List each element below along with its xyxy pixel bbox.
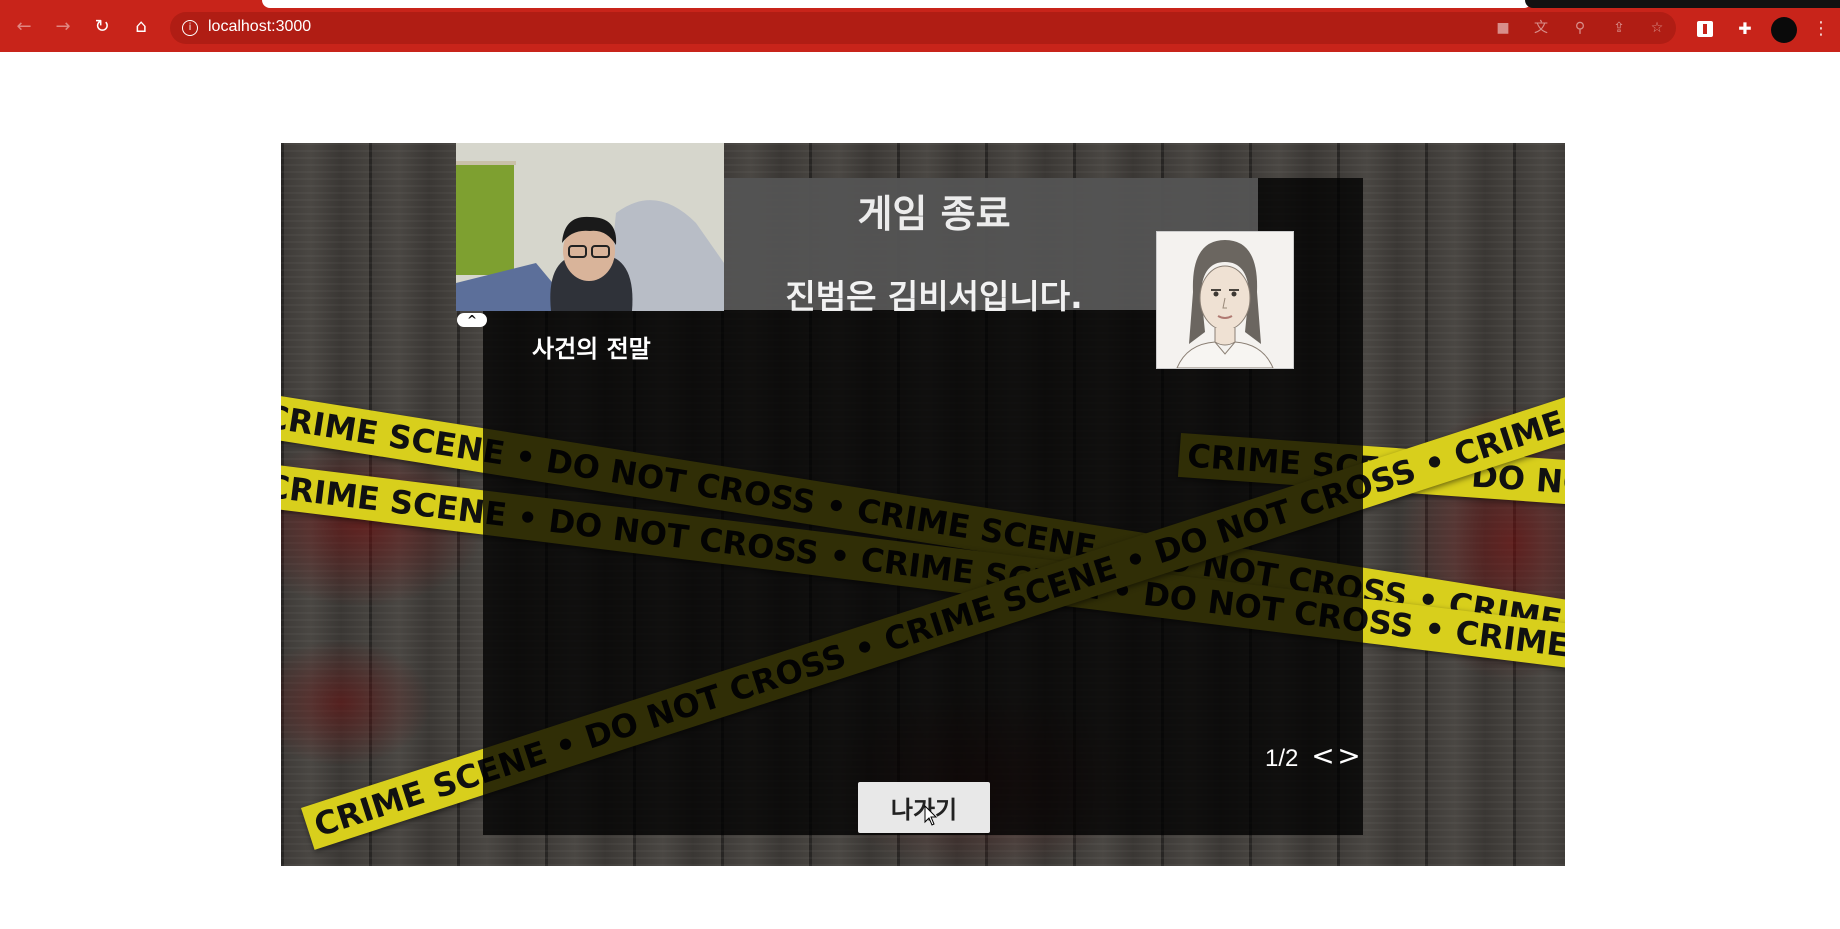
url-text: localhost:3000 xyxy=(208,18,312,35)
zoom-icon[interactable]: ⚲ xyxy=(1571,19,1589,37)
next-page-button[interactable]: > xyxy=(1337,742,1361,770)
back-arrow-icon[interactable]: ← xyxy=(13,16,35,38)
translate-icon[interactable]: 文 xyxy=(1532,19,1550,37)
webcam-video xyxy=(456,143,724,311)
reader-mode-icon[interactable] xyxy=(1697,21,1713,37)
forward-arrow-icon[interactable]: → xyxy=(52,16,74,38)
tab-strip xyxy=(262,0,1532,8)
culprit-portrait xyxy=(1156,231,1294,369)
game-screen: CRIME SCENE • DO NOT CROSS • CRIME SCENE… xyxy=(281,143,1565,866)
story-heading: 사건의 전말 xyxy=(532,335,651,363)
prev-page-button[interactable]: < xyxy=(1311,742,1335,770)
cursor-icon xyxy=(924,805,938,826)
culprit-message: 진범은 김비서입니다. xyxy=(785,277,1083,316)
webcam-toggle-button[interactable]: ^ xyxy=(457,313,487,327)
browser-toolbar: ← → ↻ ⌂ i localhost:3000 ■ 文 ⚲ ⇪ ☆ ✚ ⋮ xyxy=(0,0,1840,52)
reload-icon[interactable]: ↻ xyxy=(91,16,113,38)
home-icon[interactable]: ⌂ xyxy=(130,16,152,38)
puzzle-icon[interactable]: ✚ xyxy=(1736,20,1754,38)
camera-icon[interactable]: ■ xyxy=(1494,19,1512,37)
share-icon[interactable]: ⇪ xyxy=(1610,19,1628,37)
star-icon[interactable]: ☆ xyxy=(1648,19,1666,37)
tab-strip-end xyxy=(1525,0,1840,8)
info-icon[interactable]: i xyxy=(182,20,198,36)
game-over-title: 게임 종료 xyxy=(857,192,1011,236)
kebab-icon[interactable]: ⋮ xyxy=(1812,18,1830,40)
page-indicator: 1/2 xyxy=(1265,745,1299,772)
profile-avatar[interactable] xyxy=(1771,17,1797,43)
address-bar[interactable]: i localhost:3000 ■ 文 ⚲ ⇪ ☆ xyxy=(170,12,1676,44)
